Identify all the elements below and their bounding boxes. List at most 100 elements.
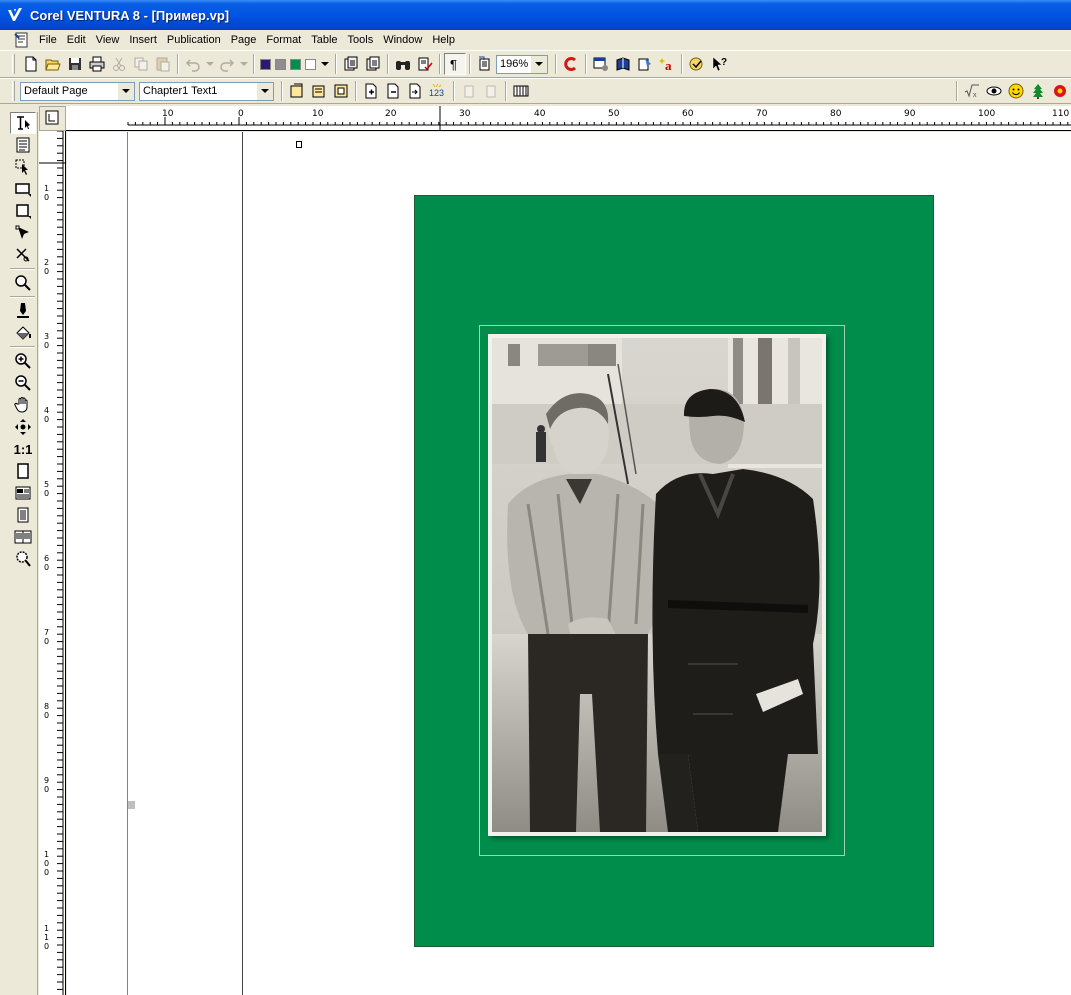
menu-insert[interactable]: Insert xyxy=(124,31,162,49)
zoom-in-tool[interactable] xyxy=(10,350,36,372)
page-view-button[interactable] xyxy=(474,53,496,75)
ruler-label: 40 xyxy=(534,109,546,119)
fill-tool[interactable] xyxy=(10,322,36,344)
fit-page-tool[interactable] xyxy=(10,416,36,438)
title-bar[interactable]: Corel VENTURA 8 - [Пример.vp] xyxy=(0,0,1071,30)
undo-dropdown[interactable] xyxy=(204,53,216,75)
symbols-button[interactable]: a xyxy=(656,53,678,75)
menu-table[interactable]: Table xyxy=(306,31,342,49)
color-swatch-1[interactable] xyxy=(260,58,271,70)
ruler-label: 90 xyxy=(904,109,916,119)
tree-icon xyxy=(1033,84,1043,99)
menu-view[interactable]: View xyxy=(91,31,125,49)
zoom-combo[interactable]: 196% xyxy=(496,54,548,74)
color-swatch-3[interactable] xyxy=(290,58,301,70)
menu-format[interactable]: Format xyxy=(261,31,306,49)
find-button[interactable] xyxy=(392,53,414,75)
actual-size-tool[interactable]: 1:1 xyxy=(10,438,36,460)
flower-button[interactable] xyxy=(1049,80,1071,102)
zoom-out-tool[interactable] xyxy=(10,372,36,394)
chevron-down-icon[interactable] xyxy=(118,82,134,100)
chevron-down-icon[interactable] xyxy=(257,82,273,100)
frame-settings-button[interactable] xyxy=(330,80,352,102)
page-tag-button[interactable] xyxy=(286,80,308,102)
redo-button[interactable] xyxy=(216,53,238,75)
ruler-label: 2 xyxy=(44,258,49,267)
toolbar-grip[interactable] xyxy=(12,54,15,74)
facing-pages-tool[interactable] xyxy=(10,526,36,548)
smiley-button[interactable] xyxy=(1005,80,1027,102)
page-height-tool[interactable] xyxy=(10,504,36,526)
redo-dropdown[interactable] xyxy=(238,53,250,75)
cut-button[interactable] xyxy=(108,53,130,75)
ruler-origin[interactable] xyxy=(39,106,66,131)
pick-tool[interactable] xyxy=(10,156,36,178)
shape-tool[interactable] xyxy=(10,222,36,244)
color-dropdown[interactable] xyxy=(318,53,332,75)
tutorial-button[interactable] xyxy=(686,53,708,75)
menu-publication[interactable]: Publication xyxy=(162,31,226,49)
paragraph-tag-combo[interactable]: Chapter1 Text1 xyxy=(139,81,274,101)
menu-window[interactable]: Window xyxy=(378,31,427,49)
menu-edit[interactable]: Edit xyxy=(62,31,91,49)
chapter-settings-button[interactable] xyxy=(308,80,330,102)
delete-page-button[interactable] xyxy=(382,80,404,102)
zoom-selection-tool[interactable] xyxy=(10,548,36,570)
frame-handle[interactable] xyxy=(296,141,302,148)
toolbar-grip[interactable] xyxy=(12,81,15,101)
page-tag-combo[interactable]: Default Page xyxy=(20,81,135,101)
menu-file[interactable]: File xyxy=(34,31,62,49)
book-button[interactable] xyxy=(612,53,634,75)
rectangle-tool[interactable] xyxy=(10,200,36,222)
column-guides-button[interactable] xyxy=(510,80,532,102)
menu-help[interactable]: Help xyxy=(427,31,460,49)
publication-manager-button[interactable] xyxy=(590,53,612,75)
ruler-label: 0 xyxy=(44,868,49,877)
ruler-label: 10 xyxy=(162,109,174,119)
photograph[interactable] xyxy=(488,334,826,836)
paste-button[interactable] xyxy=(152,53,174,75)
color-swatch-2[interactable] xyxy=(275,58,286,70)
horizontal-ruler[interactable]: 10 0 10 20 30 40 50 60 70 80 90 100 110 xyxy=(66,106,1071,131)
horizontal-ruler-ticks: 10 0 10 20 30 40 50 60 70 80 90 100 110 xyxy=(127,106,1071,130)
undo-button[interactable] xyxy=(182,53,204,75)
frame-tool[interactable] xyxy=(10,178,36,200)
save-button[interactable] xyxy=(64,53,86,75)
document-icon[interactable] xyxy=(14,32,30,48)
chevron-down-icon[interactable] xyxy=(531,55,547,73)
show-tabs-returns-button[interactable]: ¶ xyxy=(444,53,466,75)
open-button[interactable] xyxy=(42,53,64,75)
print-button[interactable] xyxy=(86,53,108,75)
equation-button[interactable]: x xyxy=(961,80,983,102)
insert-page-button[interactable] xyxy=(360,80,382,102)
outline-tool[interactable] xyxy=(10,300,36,322)
crop-tool[interactable] xyxy=(10,244,36,266)
export-button[interactable] xyxy=(362,53,384,75)
spellcheck-button[interactable] xyxy=(414,53,436,75)
whats-this-button[interactable]: ? xyxy=(708,53,730,75)
corel-app-launcher-button[interactable] xyxy=(560,53,582,75)
menu-page[interactable]: Page xyxy=(226,31,262,49)
go-to-page-button[interactable] xyxy=(404,80,426,102)
zoom-tool[interactable] xyxy=(10,272,36,294)
vertical-ruler[interactable]: 102030405060708090100110 xyxy=(39,131,66,995)
text-pick-tool[interactable] xyxy=(10,112,36,134)
toolbox-separator xyxy=(10,296,35,298)
color-swatch-4[interactable] xyxy=(305,58,316,70)
copy-button[interactable] xyxy=(130,53,152,75)
tree-button[interactable] xyxy=(1027,80,1049,102)
full-page-tool[interactable] xyxy=(10,460,36,482)
next-page-button[interactable] xyxy=(480,80,502,102)
new-button[interactable] xyxy=(20,53,42,75)
preview-button[interactable] xyxy=(983,80,1005,102)
document-canvas[interactable] xyxy=(67,132,1071,995)
scripts-button[interactable] xyxy=(634,53,656,75)
page-width-tool[interactable] xyxy=(10,482,36,504)
new-document-icon xyxy=(25,56,37,72)
previous-page-button[interactable] xyxy=(458,80,480,102)
freeform-text-tool[interactable] xyxy=(10,134,36,156)
page-numbering-button[interactable]: 123 xyxy=(426,80,450,102)
menu-tools[interactable]: Tools xyxy=(343,31,379,49)
pan-tool[interactable] xyxy=(10,394,36,416)
import-button[interactable] xyxy=(340,53,362,75)
